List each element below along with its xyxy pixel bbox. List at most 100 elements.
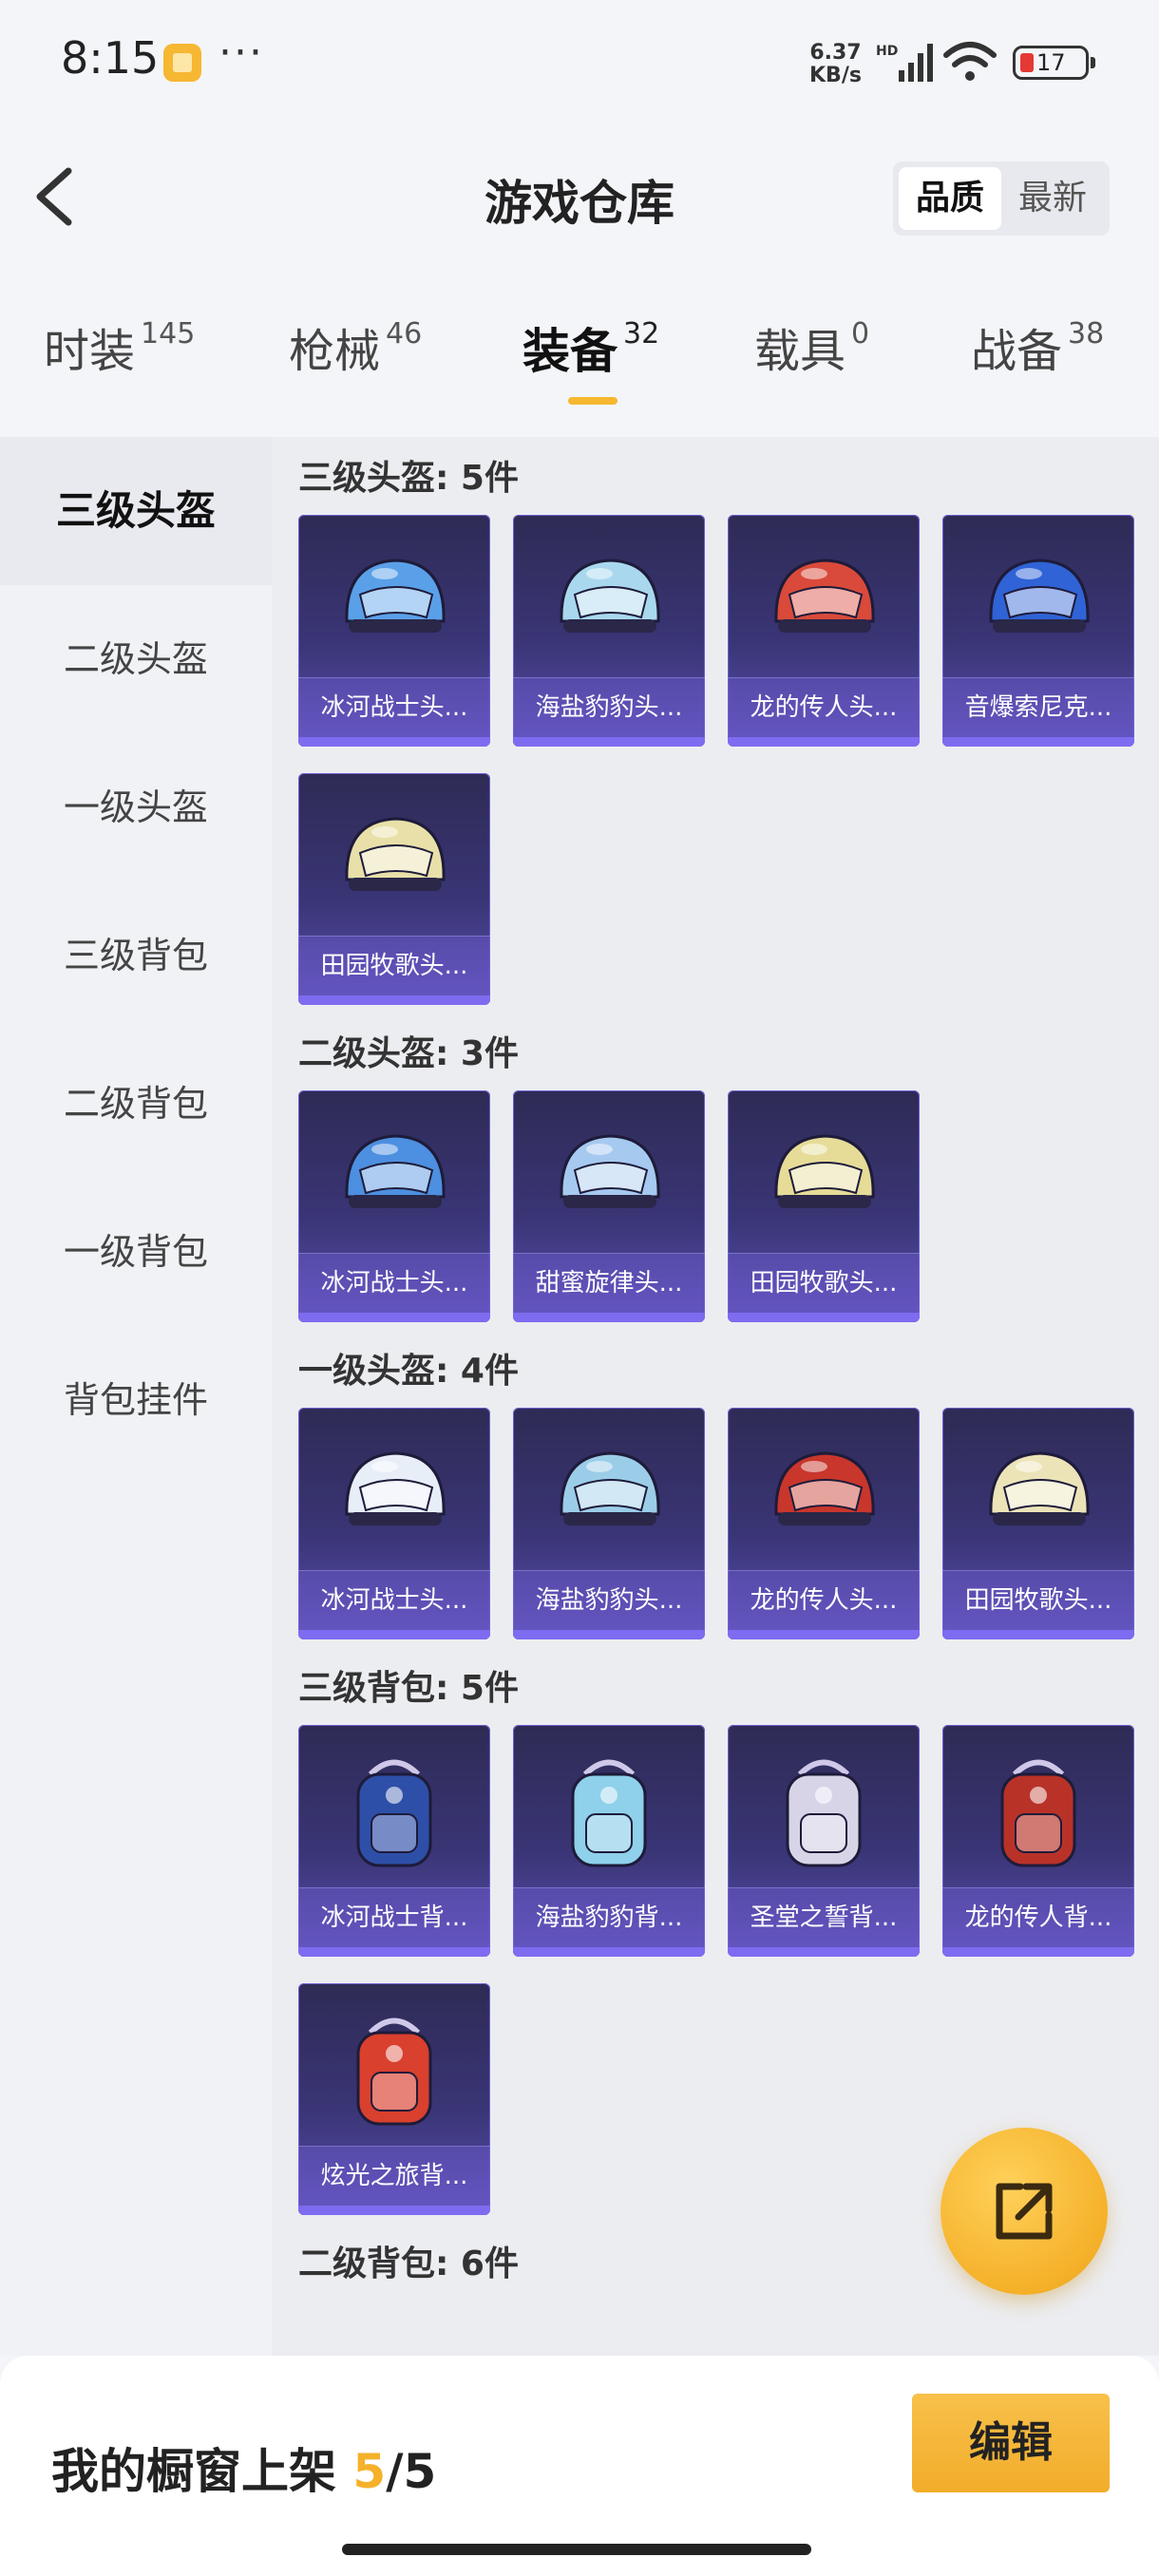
item-name: 冰河战士头... [298, 1253, 490, 1313]
item-card[interactable]: 甜蜜旋律头... [513, 1090, 705, 1322]
backpack-icon [356, 1759, 432, 1867]
item-name: 圣堂之誓背... [728, 1887, 920, 1947]
item-card[interactable]: 龙的传人背... [942, 1725, 1134, 1957]
battery-icon: 17 [1013, 46, 1095, 80]
tab-supplies[interactable]: 战备 38 [971, 313, 1104, 418]
bottom-bar: 我的橱窗上架 5/5 编辑 [0, 2356, 1159, 2576]
sidebar-item-level3-backpack[interactable]: 三级背包 [0, 881, 272, 1030]
item-card[interactable]: 田园牧歌头... [298, 773, 490, 1005]
showcase-label: 我的橱窗上架 [51, 2444, 336, 2499]
helmet-icon [345, 1451, 446, 1525]
section-title: 三级头盔: 5件 [298, 459, 519, 498]
status-bar: 8:15 ··· 6.37 KB/s HD 17 [0, 0, 1159, 123]
item-card[interactable]: 田园牧歌头... [728, 1090, 920, 1322]
category-tabs: 时装 145 枪械 46 装备 32 载具 0 战备 38 [0, 313, 1159, 418]
item-name: 海盐豹豹头... [513, 1570, 705, 1630]
backpack-icon [356, 2017, 432, 2126]
showcase-status: 我的橱窗上架 5/5 [51, 2434, 436, 2502]
item-card[interactable]: 海盐豹豹头... [513, 1408, 705, 1639]
battery-level: 17 [1036, 49, 1066, 76]
active-tab-indicator [568, 397, 618, 405]
helmet-icon [560, 1451, 660, 1525]
item-card[interactable]: 田园牧歌头... [942, 1408, 1134, 1639]
edit-button[interactable]: 编辑 [912, 2394, 1110, 2492]
network-speed: 6.37 KB/s [809, 42, 862, 87]
sidebar-item-level1-backpack[interactable]: 一级背包 [0, 1178, 272, 1326]
section-title: 一级头盔: 4件 [298, 1352, 519, 1391]
notes-app-icon [163, 44, 201, 82]
tab-count: 46 [386, 317, 423, 350]
helmet-icon [774, 1134, 875, 1208]
tab-equipment[interactable]: 装备 32 [522, 313, 659, 418]
backpack-icon [786, 1759, 862, 1867]
item-name: 音爆索尼克... [942, 677, 1134, 737]
tab-count: 145 [141, 317, 196, 350]
item-card[interactable]: 冰河战士头... [298, 1090, 490, 1322]
sort-toggle: 品质 最新 [893, 161, 1110, 236]
network-speed-unit: KB/s [809, 64, 862, 87]
status-time: 8:15 [61, 32, 160, 84]
item-card[interactable]: 音爆索尼克... [942, 515, 1134, 747]
item-card[interactable]: 圣堂之誓背... [728, 1725, 920, 1957]
share-button[interactable] [940, 2128, 1108, 2295]
wifi-icon [943, 42, 997, 81]
section-title: 二级背包: 6件 [298, 2245, 519, 2283]
item-name: 海盐豹豹头... [513, 677, 705, 737]
helmet-icon [989, 559, 1090, 633]
sidebar-item-backpack-charm[interactable]: 背包挂件 [0, 1326, 272, 1474]
helmet-icon [560, 1134, 660, 1208]
item-card[interactable]: 海盐豹豹背... [513, 1725, 705, 1957]
item-name: 龙的传人头... [728, 1570, 920, 1630]
tab-label: 装备 [522, 324, 618, 379]
tab-vehicles[interactable]: 载具 0 [754, 313, 869, 418]
sidebar-item-level2-helmet[interactable]: 二级头盔 [0, 585, 272, 733]
helmet-icon [560, 559, 660, 633]
item-name: 炫光之旅背... [298, 2146, 490, 2206]
backpack-icon [571, 1759, 647, 1867]
sort-option-latest[interactable]: 最新 [1001, 167, 1104, 230]
item-name: 甜蜜旋律头... [513, 1253, 705, 1313]
tab-label: 枪械 [289, 325, 381, 378]
section-title: 三级背包: 5件 [298, 1669, 519, 1708]
item-name: 海盐豹豹背... [513, 1887, 705, 1947]
section-title: 二级头盔: 3件 [298, 1034, 519, 1073]
home-indicator[interactable] [342, 2544, 811, 2555]
item-grid: 三级头盔: 5件冰河战士头... 海盐豹豹头... 龙的传人头... 音爆索尼克...… [272, 437, 1159, 2356]
helmet-icon [345, 1134, 446, 1208]
sidebar-item-level1-helmet[interactable]: 一级头盔 [0, 733, 272, 881]
helmet-icon [345, 817, 446, 891]
helmet-icon [774, 1451, 875, 1525]
item-card[interactable]: 冰河战士背... [298, 1725, 490, 1957]
share-icon [996, 2183, 1053, 2240]
item-name: 冰河战士背... [298, 1887, 490, 1947]
sort-option-quality[interactable]: 品质 [899, 167, 1001, 230]
tab-label: 战备 [971, 325, 1063, 378]
showcase-count: 5 [352, 2444, 387, 2499]
helmet-icon [345, 559, 446, 633]
item-card[interactable]: 冰河战士头... [298, 1408, 490, 1639]
item-name: 冰河战士头... [298, 677, 490, 737]
item-card[interactable]: 冰河战士头... [298, 515, 490, 747]
item-name: 龙的传人背... [942, 1887, 1134, 1947]
tab-count: 0 [851, 317, 870, 350]
tab-label: 时装 [44, 325, 136, 378]
network-badge: HD [876, 44, 898, 59]
item-card[interactable]: 海盐豹豹头... [513, 515, 705, 747]
tab-count: 32 [623, 317, 660, 350]
tab-count: 38 [1068, 317, 1105, 350]
sidebar: 三级头盔 二级头盔 一级头盔 三级背包 二级背包 一级背包 背包挂件 [0, 437, 272, 2356]
cellular-signal-icon: HD [876, 44, 933, 82]
sidebar-item-level2-backpack[interactable]: 二级背包 [0, 1030, 272, 1178]
sidebar-item-level3-helmet[interactable]: 三级头盔 [0, 437, 272, 585]
network-speed-value: 6.37 [809, 41, 862, 65]
item-card[interactable]: 龙的传人头... [728, 1408, 920, 1639]
item-card[interactable]: 炫光之旅背... [298, 1983, 490, 2215]
tab-firearms[interactable]: 枪械 46 [289, 313, 422, 418]
tab-label: 载具 [754, 325, 846, 378]
helmet-icon [989, 1451, 1090, 1525]
item-card[interactable]: 龙的传人头... [728, 515, 920, 747]
item-name: 田园牧歌头... [728, 1253, 920, 1313]
item-name: 冰河战士头... [298, 1570, 490, 1630]
tab-fashion[interactable]: 时装 145 [44, 313, 195, 418]
showcase-total: /5 [386, 2444, 437, 2499]
